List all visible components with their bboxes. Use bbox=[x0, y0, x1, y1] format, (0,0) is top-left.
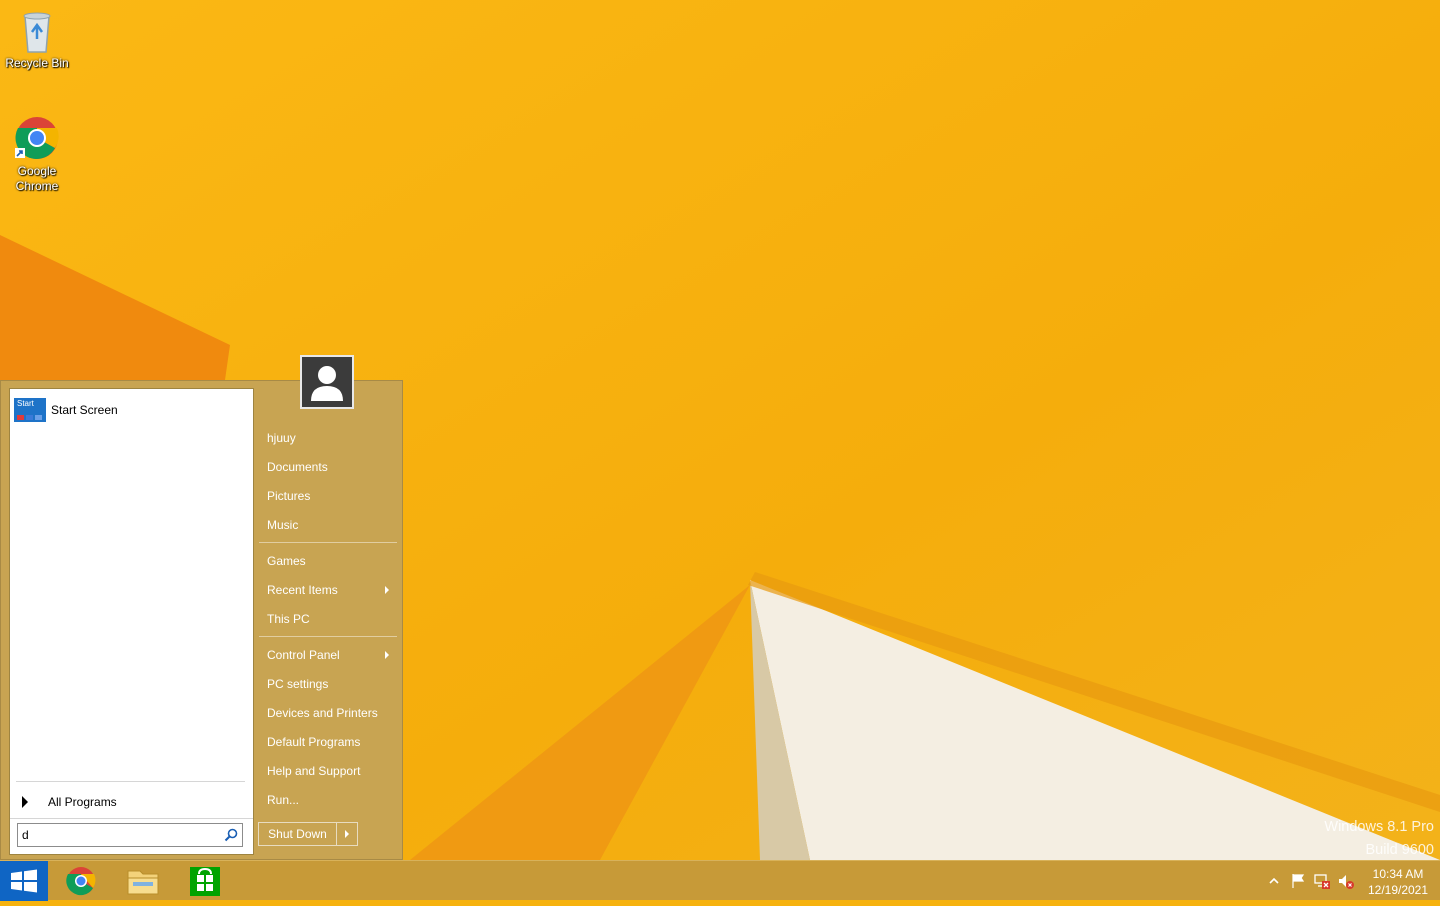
show-hidden-icons-chevron[interactable] bbox=[1266, 873, 1282, 889]
divider bbox=[259, 636, 397, 637]
user-folder-item[interactable]: hjuuy bbox=[259, 426, 397, 450]
pictures-label: Pictures bbox=[267, 489, 311, 503]
recent-items-label: Recent Items bbox=[267, 583, 338, 597]
search-box[interactable] bbox=[17, 823, 243, 847]
start-screen-item[interactable]: Start Start Screen bbox=[14, 397, 250, 423]
control-panel-item[interactable]: Control Panel bbox=[259, 643, 397, 667]
shutdown-button[interactable]: Shut Down bbox=[259, 823, 337, 845]
devices-printers-label: Devices and Printers bbox=[267, 706, 378, 720]
shutdown-options-button[interactable] bbox=[337, 823, 357, 845]
google-chrome-label: Google Chrome bbox=[15, 164, 59, 193]
start-screen-tile-icon: Start bbox=[14, 398, 46, 422]
help-support-item[interactable]: Help and Support bbox=[259, 759, 397, 783]
chevron-right-icon bbox=[345, 830, 349, 838]
default-programs-label: Default Programs bbox=[267, 735, 361, 749]
all-programs-item[interactable]: All Programs bbox=[18, 789, 246, 815]
submenu-arrow-icon bbox=[385, 586, 389, 594]
shutdown-control: Shut Down bbox=[258, 822, 358, 846]
start-tile-text: Start bbox=[17, 399, 34, 408]
divider bbox=[10, 818, 253, 819]
action-center-flag-icon[interactable] bbox=[1290, 873, 1306, 889]
recent-items-item[interactable]: Recent Items bbox=[259, 578, 397, 602]
recycle-bin-shortcut[interactable]: Recycle Bin bbox=[0, 6, 74, 71]
windows-watermark: Windows 8.1 Pro Build 9600 bbox=[1324, 816, 1434, 862]
taskbar-store-button[interactable] bbox=[180, 864, 230, 898]
start-screen-label: Start Screen bbox=[51, 403, 118, 417]
user-avatar-icon bbox=[311, 366, 343, 401]
taskbar-file-explorer-button[interactable] bbox=[118, 864, 168, 898]
taskbar-chrome-button[interactable] bbox=[56, 864, 106, 898]
devices-printers-item[interactable]: Devices and Printers bbox=[259, 701, 397, 725]
watermark-edition: Windows 8.1 Pro bbox=[1324, 819, 1434, 835]
start-menu-places-pane: hjuuy Documents Pictures Music Games Rec… bbox=[254, 381, 402, 859]
games-label: Games bbox=[267, 554, 306, 568]
google-chrome-shortcut[interactable]: Google Chrome bbox=[0, 114, 74, 194]
this-pc-label: This PC bbox=[267, 612, 310, 626]
divider bbox=[259, 542, 397, 543]
start-menu-programs-pane: Start Start Screen All Programs bbox=[9, 388, 254, 855]
pictures-item[interactable]: Pictures bbox=[259, 484, 397, 508]
start-menu: Start Start Screen All Programs hjuuy Do… bbox=[0, 380, 403, 860]
all-programs-label: All Programs bbox=[48, 795, 117, 809]
help-support-label: Help and Support bbox=[267, 764, 361, 778]
windows-logo-icon bbox=[11, 869, 37, 893]
user-folder-label: hjuuy bbox=[267, 431, 296, 445]
search-icon[interactable] bbox=[224, 828, 238, 842]
recycle-bin-label: Recycle Bin bbox=[5, 56, 69, 70]
submenu-arrow-icon bbox=[385, 651, 389, 659]
clock-time: 10:34 AM bbox=[1372, 867, 1424, 881]
documents-label: Documents bbox=[267, 460, 328, 474]
pc-settings-label: PC settings bbox=[267, 677, 329, 691]
store-icon bbox=[190, 867, 220, 896]
chrome-icon bbox=[66, 867, 96, 896]
music-label: Music bbox=[267, 518, 299, 532]
divider bbox=[16, 781, 245, 782]
watermark-build: Build 9600 bbox=[1365, 842, 1434, 858]
search-input[interactable] bbox=[22, 825, 216, 845]
taskbar: 10:34 AM 12/19/2021 bbox=[0, 860, 1440, 901]
network-disconnected-icon[interactable] bbox=[1314, 873, 1330, 889]
documents-item[interactable]: Documents bbox=[259, 455, 397, 479]
recycle-bin-icon bbox=[13, 6, 61, 54]
start-button[interactable] bbox=[0, 861, 48, 901]
default-programs-item[interactable]: Default Programs bbox=[259, 730, 397, 754]
chevron-right-icon bbox=[22, 796, 28, 808]
games-item[interactable]: Games bbox=[259, 549, 397, 573]
control-panel-label: Control Panel bbox=[267, 648, 340, 662]
file-explorer-icon bbox=[127, 870, 159, 895]
taskbar-clock[interactable]: 10:34 AM 12/19/2021 bbox=[1356, 866, 1440, 898]
user-avatar[interactable] bbox=[300, 355, 354, 409]
this-pc-item[interactable]: This PC bbox=[259, 607, 397, 631]
pc-settings-item[interactable]: PC settings bbox=[259, 672, 397, 696]
volume-muted-icon[interactable] bbox=[1338, 873, 1354, 889]
clock-date: 12/19/2021 bbox=[1367, 883, 1429, 897]
run-label: Run... bbox=[267, 793, 300, 807]
chrome-icon bbox=[13, 114, 61, 162]
run-item[interactable]: Run... bbox=[259, 788, 397, 812]
music-item[interactable]: Music bbox=[259, 513, 397, 537]
